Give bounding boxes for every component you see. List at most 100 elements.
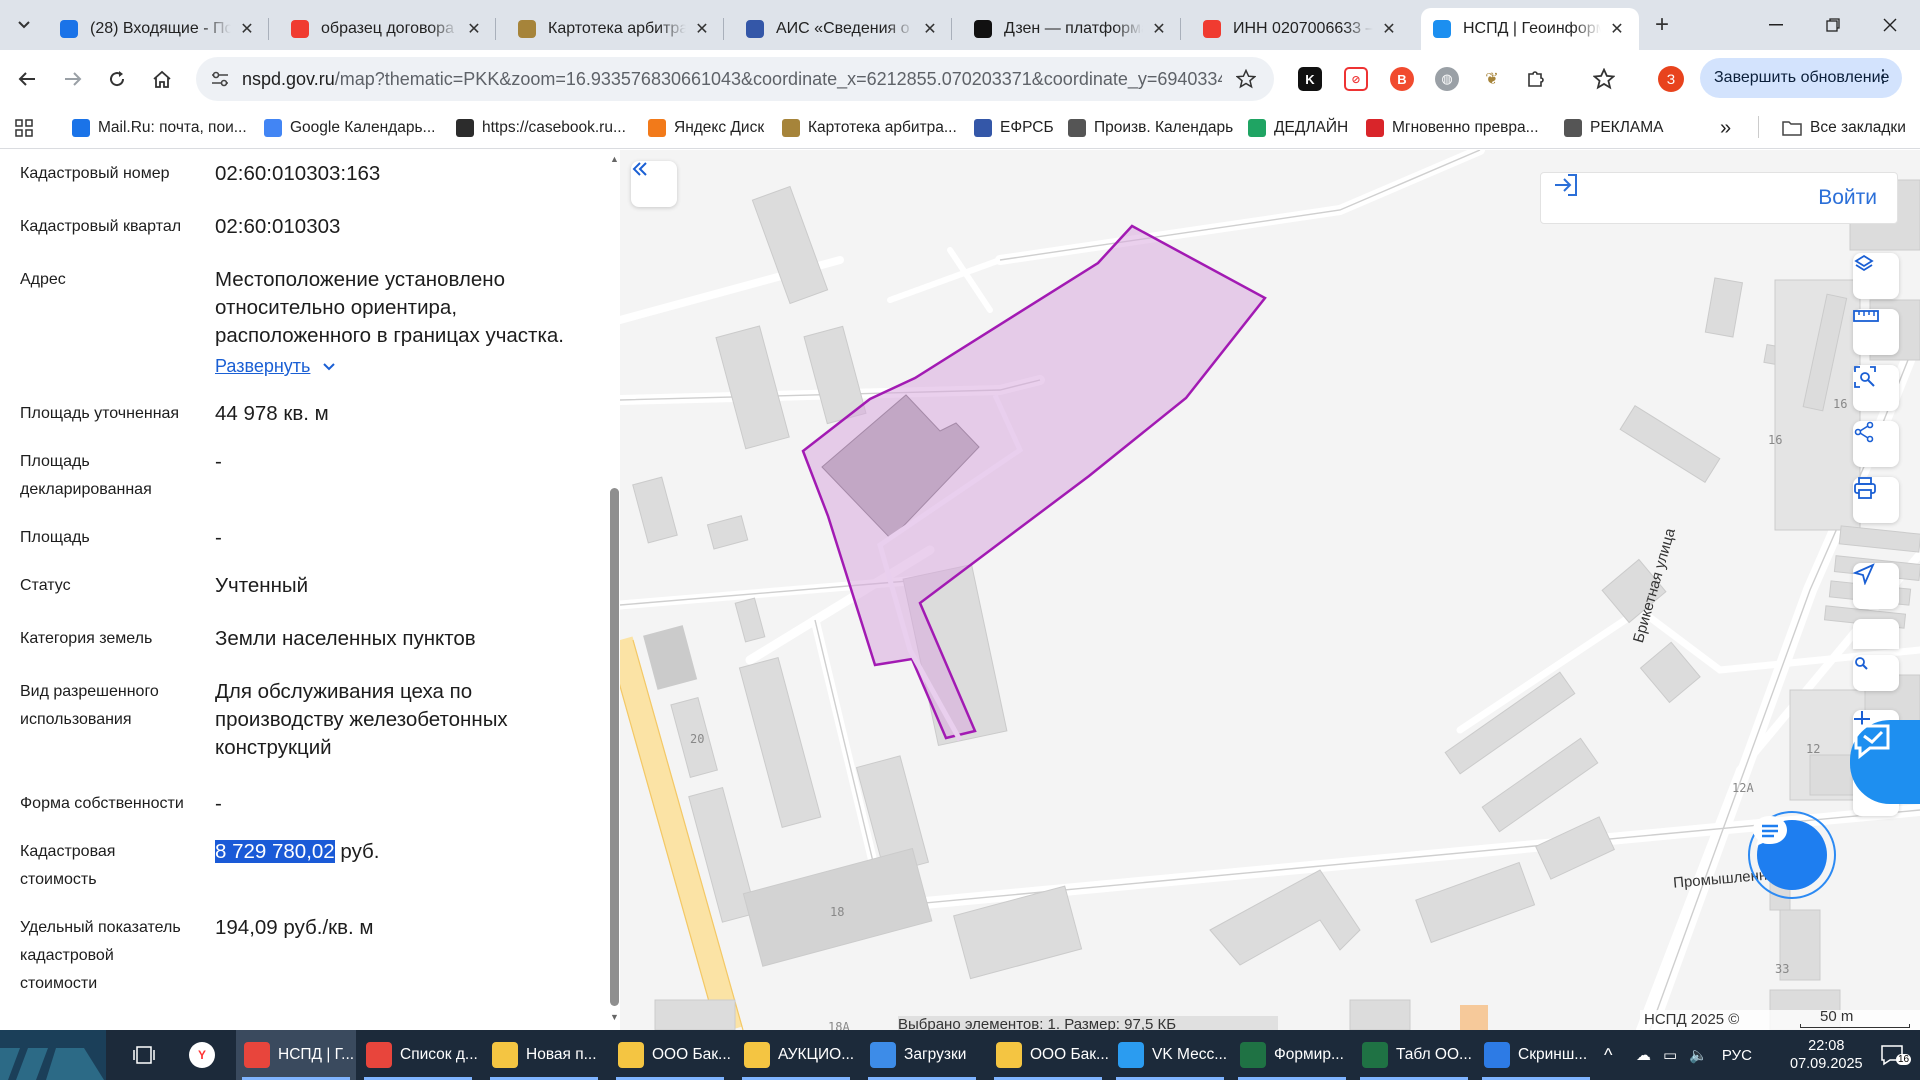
field-value[interactable]: 02:60:010303 xyxy=(215,213,605,241)
taskbar-item[interactable]: Табл ОО... xyxy=(1354,1030,1474,1080)
tab-2[interactable]: Картотека арбитражных ✕ xyxy=(506,8,724,50)
onedrive-icon[interactable]: ☁ xyxy=(1636,1046,1651,1064)
bookmark-item[interactable]: Google Календарь... xyxy=(264,116,435,140)
taskbar-item[interactable]: ООО Бак... xyxy=(610,1030,731,1080)
bookmark-item[interactable]: Мгновенно превра... xyxy=(1366,116,1539,140)
tab-4[interactable]: Дзен — платформа для ✕ xyxy=(962,8,1181,50)
bookmark-item[interactable]: РЕКЛАМА xyxy=(1564,116,1663,140)
tab-search-button[interactable] xyxy=(8,10,40,40)
reading-list-icon[interactable] xyxy=(1592,67,1616,91)
bookmark-item[interactable]: Произв. Календарь xyxy=(1068,116,1233,140)
network-icon[interactable]: ▭ xyxy=(1663,1046,1677,1064)
kinopoisk-extension-icon[interactable]: K xyxy=(1298,67,1322,91)
close-tab-icon[interactable]: ✕ xyxy=(920,19,940,39)
extensions-puzzle-icon[interactable] xyxy=(1524,67,1548,91)
start-banner[interactable] xyxy=(0,1030,106,1080)
selected-text[interactable]: 8 729 780,02 xyxy=(215,840,335,863)
bookmark-item[interactable]: ЕФРСБ xyxy=(974,116,1054,140)
taskbar-item[interactable]: Скринш... xyxy=(1476,1030,1596,1080)
tab-title: Дзен — платформа для xyxy=(1004,20,1143,37)
apps-grid-icon[interactable] xyxy=(14,118,34,138)
bookmark-item[interactable]: Картотека арбитра... xyxy=(782,116,957,140)
profile-avatar[interactable]: З xyxy=(1658,66,1684,92)
tray-overflow-button[interactable]: ^ xyxy=(1604,1030,1612,1080)
minimize-button[interactable] xyxy=(1748,8,1804,42)
scroll-up-arrow-icon[interactable]: ▲ xyxy=(609,154,620,164)
measure-button[interactable] xyxy=(1853,309,1899,355)
globe-extension-icon[interactable]: ◍ xyxy=(1435,67,1459,91)
url-text[interactable]: nspd.gov.ru/map?thematic=PKK&zoom=16.933… xyxy=(242,69,1222,90)
expand-address-link[interactable]: Развернуть xyxy=(215,356,336,377)
field-value[interactable]: 8 729 780,02 руб. xyxy=(215,838,605,866)
maximize-button[interactable] xyxy=(1805,8,1861,42)
forward-button[interactable] xyxy=(56,62,90,96)
emblem-extension-icon[interactable]: ❦ xyxy=(1480,67,1504,91)
tab-0[interactable]: (28) Входящие - Почта ✕ xyxy=(48,8,269,50)
layers-button[interactable] xyxy=(1853,253,1899,299)
reload-button[interactable] xyxy=(100,62,134,96)
language-indicator[interactable]: РУС xyxy=(1722,1047,1752,1064)
share-button[interactable] xyxy=(1853,421,1899,467)
tab-6[interactable]: НСПД | Геоинформацион ✕ xyxy=(1421,8,1639,50)
map-tool-button[interactable] xyxy=(1853,619,1899,649)
feedback-tab[interactable] xyxy=(1850,720,1920,804)
home-button[interactable] xyxy=(145,62,179,96)
field-label: Площадь xyxy=(20,529,90,546)
taskbar-item[interactable]: Список д... xyxy=(358,1030,478,1080)
close-window-button[interactable] xyxy=(1862,8,1918,42)
address-bar[interactable]: nspd.gov.ru/map?thematic=PKK&zoom=16.933… xyxy=(196,57,1274,101)
back-button[interactable] xyxy=(10,62,44,96)
search-area-button[interactable] xyxy=(1853,365,1899,411)
taskbar-item[interactable]: НСПД | Г... xyxy=(236,1030,356,1080)
close-tab-icon[interactable]: ✕ xyxy=(1149,19,1169,39)
clock[interactable]: 22:08 07.09.2025 xyxy=(1790,1030,1863,1080)
tab-title: НСПД | Геоинформацион xyxy=(1463,20,1601,37)
close-tab-icon[interactable]: ✕ xyxy=(1379,19,1399,39)
print-button[interactable] xyxy=(1853,477,1899,523)
bookmark-label: ЕФРСБ xyxy=(1000,119,1054,136)
site-settings-icon[interactable] xyxy=(210,69,230,89)
bookmark-item[interactable]: Яндекс Диск xyxy=(648,116,764,140)
yandex-browser-button[interactable]: Y xyxy=(180,1030,224,1080)
finish-update-button[interactable]: Завершить обновление ⋮ xyxy=(1700,58,1902,98)
chat-button[interactable] xyxy=(1753,816,1827,890)
tab-3[interactable]: АИС «Сведения о банкр ✕ xyxy=(734,8,952,50)
tab-5[interactable]: ИНН 0207006633 — ООО ✕ xyxy=(1191,8,1411,50)
task-view-button[interactable] xyxy=(126,1030,162,1080)
taskbar-item-label: Формир... xyxy=(1274,1046,1344,1063)
chat-fab-ring[interactable] xyxy=(1748,811,1836,899)
notifications-button[interactable]: 16 xyxy=(1872,1030,1912,1080)
scroll-down-arrow-icon[interactable]: ▼ xyxy=(609,1012,620,1022)
map-canvas[interactable]: 16 16 20 18 18А 12 12А 33 Брикетная улица Промышл… xyxy=(620,150,1920,1030)
tray-icons[interactable]: ☁ ▭ 🔈 РУС xyxy=(1636,1030,1752,1080)
taskbar-item[interactable]: ООО Бак... xyxy=(988,1030,1109,1080)
close-tab-icon[interactable]: ✕ xyxy=(237,19,257,39)
house-number-label: 16 xyxy=(1768,433,1783,447)
taskbar-item[interactable]: Новая п... xyxy=(484,1030,604,1080)
close-tab-icon[interactable]: ✕ xyxy=(464,19,484,39)
bookmarks-overflow-button[interactable]: » xyxy=(1720,116,1731,140)
collapse-panel-button[interactable] xyxy=(631,161,677,207)
new-tab-button[interactable]: + xyxy=(1648,12,1676,40)
bookmark-item[interactable]: https://casebook.ru... xyxy=(456,116,626,140)
bookmark-item[interactable]: Mail.Ru: почта, пои... xyxy=(72,116,247,140)
close-tab-icon[interactable]: ✕ xyxy=(1607,19,1627,39)
login-button[interactable]: Войти xyxy=(1540,172,1898,224)
taskbar-item[interactable]: АУКЦИО... xyxy=(736,1030,856,1080)
bookmark-item[interactable]: ДЕДЛАЙН xyxy=(1248,116,1348,140)
close-tab-icon[interactable]: ✕ xyxy=(692,19,712,39)
adblock-extension-icon[interactable]: ⊘ xyxy=(1344,67,1368,91)
all-bookmarks-button[interactable]: Все закладки xyxy=(1782,116,1906,140)
field-value[interactable]: 02:60:010303:163 xyxy=(215,160,605,188)
bookmark-star-icon[interactable] xyxy=(1236,69,1256,89)
tab-1[interactable]: образец договора купли ✕ xyxy=(279,8,496,50)
scrollbar-thumb[interactable] xyxy=(610,488,619,1006)
panel-scrollbar[interactable]: ▲ ▼ xyxy=(609,150,620,1030)
taskbar-item[interactable]: Формир... xyxy=(1232,1030,1352,1080)
vk-extension-icon[interactable]: B xyxy=(1390,67,1414,91)
zoom-region-button[interactable] xyxy=(1853,655,1899,691)
taskbar-item[interactable]: VK Месс... xyxy=(1110,1030,1230,1080)
volume-icon[interactable]: 🔈 xyxy=(1689,1046,1708,1064)
taskbar-item[interactable]: Загрузки xyxy=(862,1030,982,1080)
geolocation-button[interactable] xyxy=(1853,563,1899,609)
